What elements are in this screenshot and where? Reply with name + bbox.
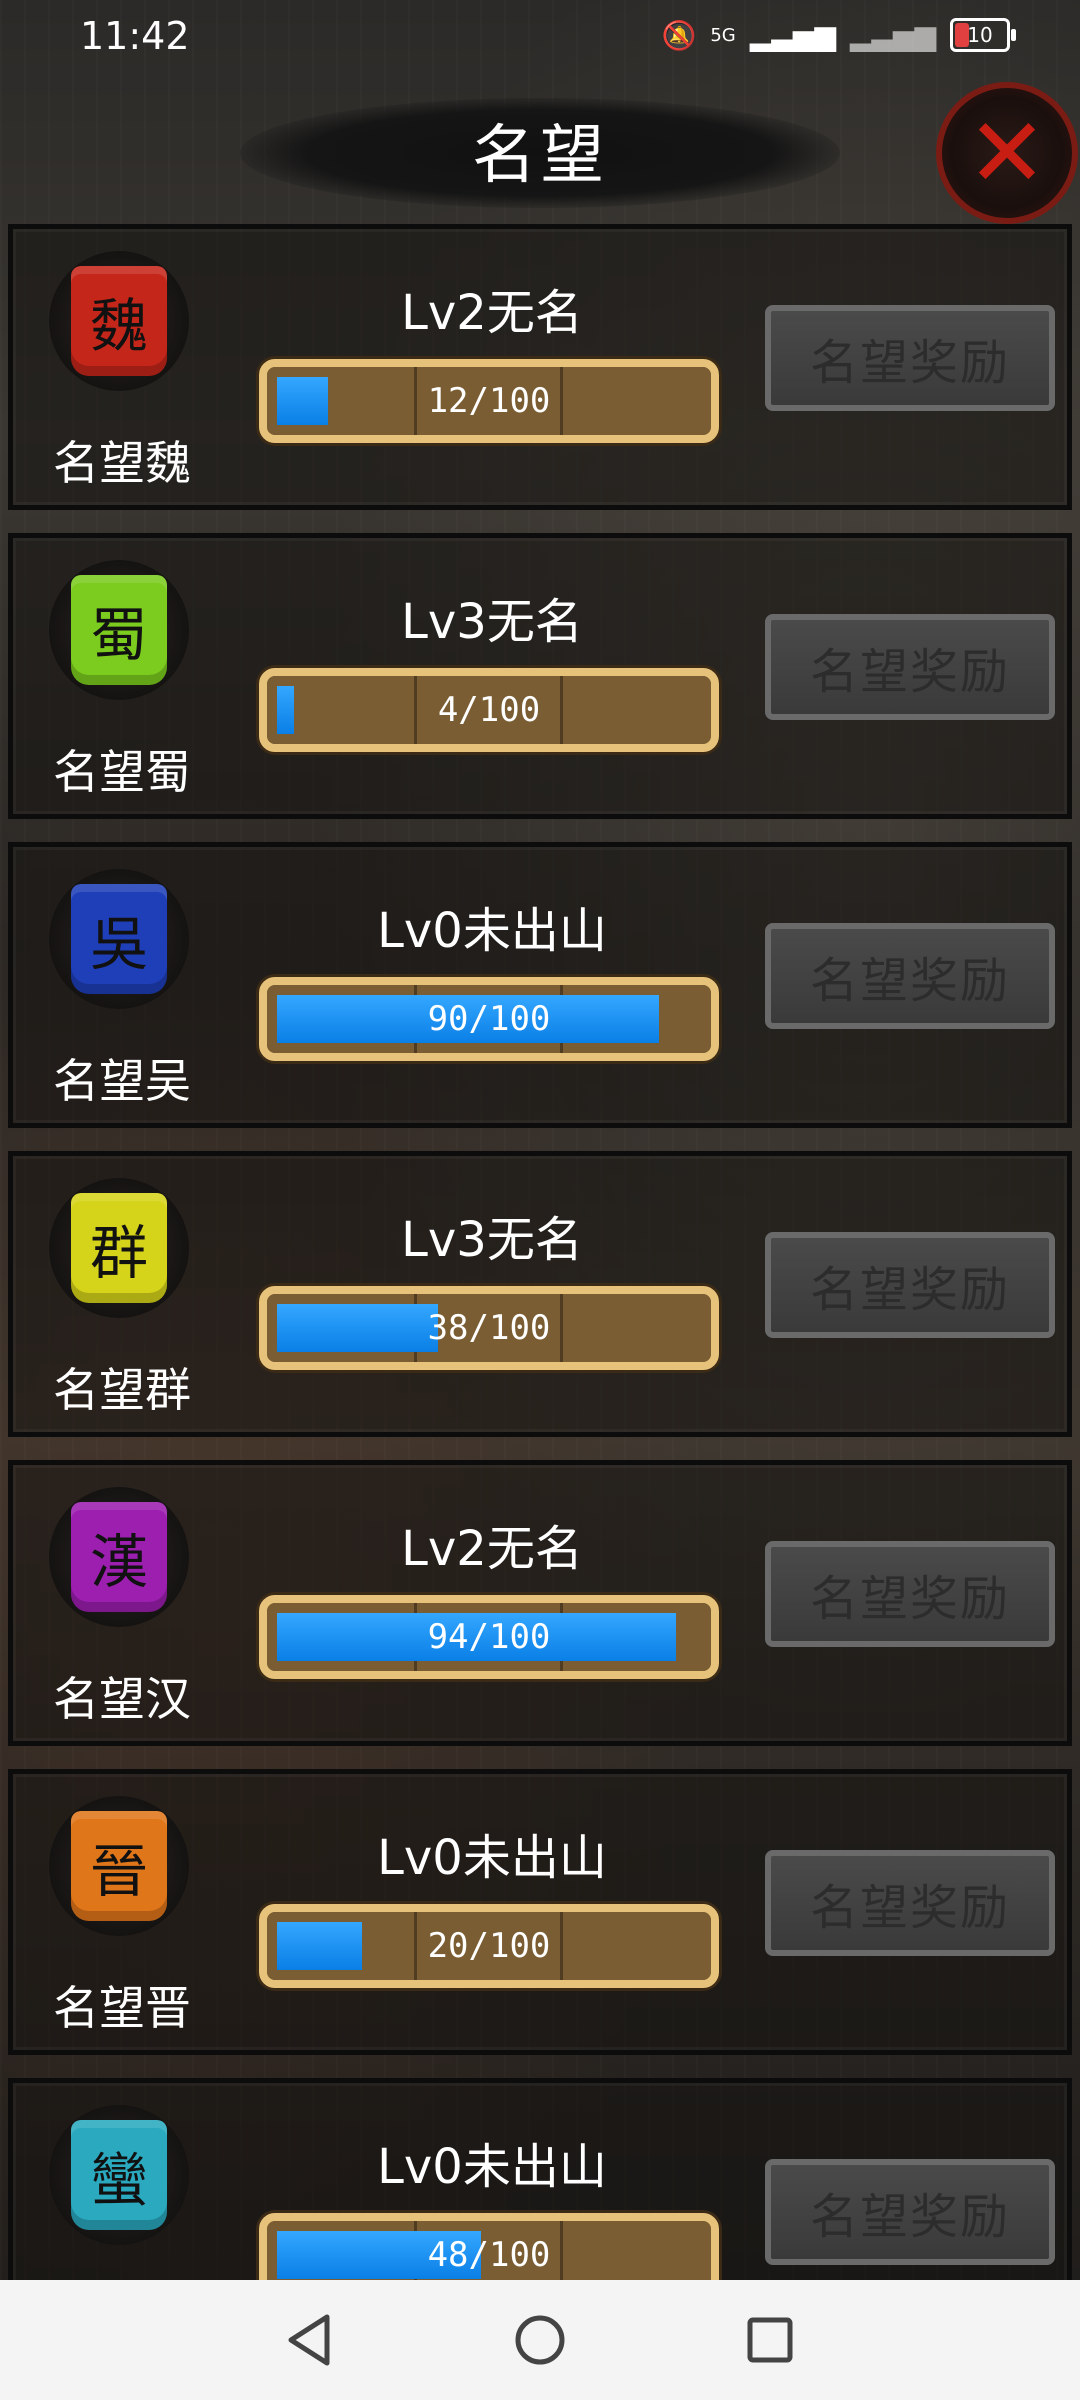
faction-card: 魏 名望魏 Lv2无名 12/100 名望奖励 — [8, 224, 1072, 510]
progress-text: 38/100 — [427, 1308, 551, 1348]
flag-character: 群 — [89, 1219, 148, 1287]
home-button[interactable] — [510, 2310, 570, 2370]
system-nav-bar — [0, 2280, 1080, 2400]
faction-flag-icon: 晉 — [71, 1811, 167, 1921]
faction-flag-icon: 吳 — [71, 884, 167, 994]
close-x-icon: ✕ — [966, 97, 1048, 209]
close-button[interactable]: ✕ — [936, 82, 1078, 224]
signal-secondary-icon: ▂▃▅▆ — [849, 18, 936, 52]
faction-emblem: 群 — [49, 1178, 189, 1318]
faction-label: 名望蜀 — [53, 745, 191, 799]
faction-card: 漢 名望汉 Lv2无名 94/100 名望奖励 — [8, 1460, 1072, 1746]
faction-emblem: 晉 — [49, 1796, 189, 1936]
faction-flag-icon: 魏 — [71, 266, 167, 376]
recents-square-icon — [747, 2317, 793, 2363]
progress-text: 4/100 — [437, 690, 541, 730]
home-circle-icon — [515, 2315, 565, 2365]
reputation-list: 魏 名望魏 Lv2无名 12/100 名望奖励 蜀 名望蜀 Lv3无名 4/10… — [8, 224, 1072, 2387]
status-icons: 🔕 5G ▂▃▅▆ ▂▃▅▆ 10 — [661, 18, 1016, 52]
reputation-progress-bar: 20/100 — [259, 1904, 719, 1988]
network-label: 5G — [710, 24, 736, 46]
reputation-progress-bar: 12/100 — [259, 359, 719, 443]
status-bar: 11:42 🔕 5G ▂▃▅▆ ▂▃▅▆ 10 — [0, 0, 1080, 72]
faction-label: 名望晋 — [53, 1981, 191, 2035]
faction-card: 吳 名望吴 Lv0未出山 90/100 名望奖励 — [8, 842, 1072, 1128]
mute-bell-icon: 🔕 — [661, 18, 697, 52]
signal-icon: ▂▃▅▆ — [749, 18, 836, 52]
reputation-progress-bar: 4/100 — [259, 668, 719, 752]
faction-emblem: 漢 — [49, 1487, 189, 1627]
progress-text: 20/100 — [427, 1926, 551, 1966]
reputation-reward-button[interactable]: 名望奖励 — [765, 1850, 1055, 1956]
faction-emblem: 蠻 — [49, 2105, 189, 2245]
faction-flag-icon: 蠻 — [71, 2120, 167, 2230]
faction-label: 名望吴 — [53, 1054, 191, 1108]
reputation-reward-button[interactable]: 名望奖励 — [765, 305, 1055, 411]
faction-emblem: 吳 — [49, 869, 189, 1009]
reputation-progress-bar: 94/100 — [259, 1595, 719, 1679]
faction-card: 晉 名望晋 Lv0未出山 20/100 名望奖励 — [8, 1769, 1072, 2055]
faction-label: 名望魏 — [53, 436, 191, 490]
battery-level: 10 — [967, 23, 993, 47]
flag-character: 晉 — [89, 1837, 148, 1905]
reputation-reward-button[interactable]: 名望奖励 — [765, 614, 1055, 720]
level-title: Lv2无名 — [401, 285, 583, 341]
faction-card: 群 名望群 Lv3无名 38/100 名望奖励 — [8, 1151, 1072, 1437]
faction-label: 名望汉 — [53, 1672, 191, 1726]
faction-flag-icon: 群 — [71, 1193, 167, 1303]
reputation-progress-bar: 38/100 — [259, 1286, 719, 1370]
back-triangle-icon — [288, 2314, 330, 2366]
reputation-reward-button[interactable]: 名望奖励 — [765, 1232, 1055, 1338]
back-button[interactable] — [280, 2310, 340, 2370]
faction-card: 蜀 名望蜀 Lv3无名 4/100 名望奖励 — [8, 533, 1072, 819]
faction-emblem: 魏 — [49, 251, 189, 391]
progress-text: 94/100 — [427, 1617, 551, 1657]
faction-flag-icon: 蜀 — [71, 575, 167, 685]
faction-label: 名望群 — [53, 1363, 191, 1417]
recents-button[interactable] — [740, 2310, 800, 2370]
level-title: Lv3无名 — [401, 594, 583, 650]
reputation-reward-button[interactable]: 名望奖励 — [765, 923, 1055, 1029]
battery-icon: 10 — [950, 18, 1016, 52]
level-title: Lv0未出山 — [377, 903, 607, 959]
flag-character: 魏 — [89, 292, 148, 360]
level-title: Lv0未出山 — [377, 1830, 607, 1886]
page-title: 名望 — [472, 119, 608, 193]
flag-character: 漢 — [89, 1528, 148, 1596]
progress-text: 48/100 — [427, 2235, 551, 2275]
reputation-reward-button[interactable]: 名望奖励 — [765, 1541, 1055, 1647]
progress-text: 90/100 — [427, 999, 551, 1039]
faction-flag-icon: 漢 — [71, 1502, 167, 1612]
faction-emblem: 蜀 — [49, 560, 189, 700]
level-title: Lv0未出山 — [377, 2139, 607, 2195]
reputation-reward-button[interactable]: 名望奖励 — [765, 2159, 1055, 2265]
level-title: Lv2无名 — [401, 1521, 583, 1577]
status-time: 11:42 — [80, 14, 190, 58]
flag-character: 蠻 — [89, 2146, 148, 2214]
level-title: Lv3无名 — [401, 1212, 583, 1268]
flag-character: 蜀 — [89, 601, 148, 669]
flag-character: 吳 — [89, 910, 148, 978]
progress-text: 12/100 — [427, 381, 551, 421]
reputation-progress-bar: 90/100 — [259, 977, 719, 1061]
